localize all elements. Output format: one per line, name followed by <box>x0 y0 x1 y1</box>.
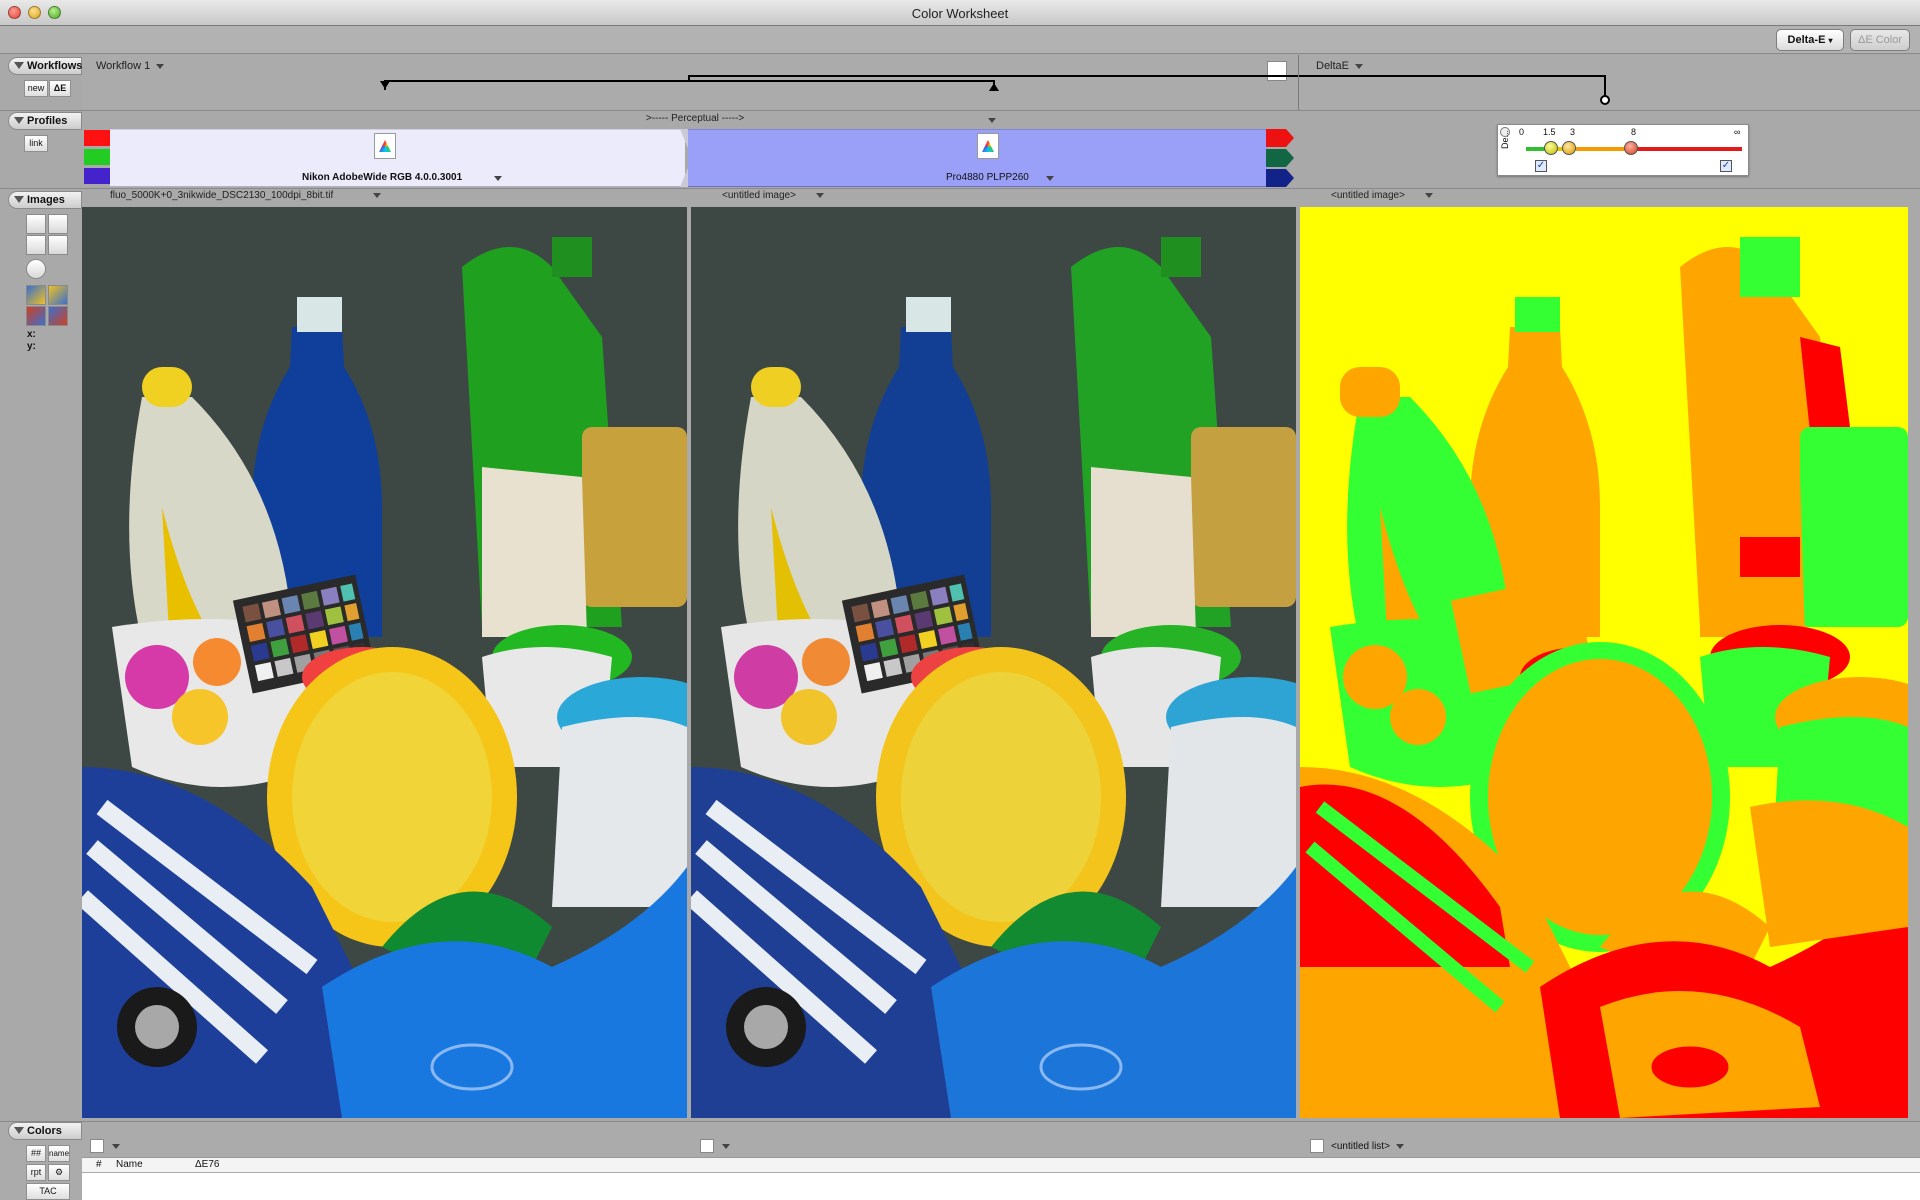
section-divider <box>0 110 1920 111</box>
section-divider <box>0 188 1920 189</box>
source-image-view[interactable] <box>82 207 687 1118</box>
x-coordinate-label: x: <box>27 329 36 340</box>
link-profiles-button[interactable]: link <box>24 135 48 152</box>
image-view-d-icon[interactable] <box>48 306 68 326</box>
delta-e-color-button[interactable]: ΔE Color <box>1850 29 1910 51</box>
info-icon[interactable] <box>26 259 46 279</box>
tac-button[interactable]: TAC <box>26 1183 70 1200</box>
tick-label: 3 <box>1570 127 1576 137</box>
list-icon[interactable] <box>90 1139 104 1153</box>
destination-profile-band[interactable]: Pro4880 PLPP260 <box>688 129 1268 187</box>
list-icon[interactable] <box>700 1139 714 1153</box>
delta-e-image-name: <untitled image> <box>1331 190 1405 201</box>
colors-section-toggle[interactable]: Colors <box>8 1122 82 1140</box>
color-profile-icon <box>374 133 396 159</box>
source-image-selector[interactable]: fluo_5000K+0_3nikwide_DSC2130_100dpi_8bi… <box>110 190 382 201</box>
threshold-handle-8[interactable] <box>1624 141 1638 155</box>
source-profile-name: Nikon AdobeWide RGB 4.0.0.3001 <box>302 172 463 183</box>
delta-e-false-color-map <box>1300 207 1908 1118</box>
color-profile-icon <box>977 133 999 159</box>
source-profile-band[interactable]: Nikon AdobeWide RGB 4.0.0.3001 <box>110 129 685 187</box>
tick-label: 8 <box>1631 127 1637 137</box>
delta-e-mode-button[interactable]: Delta-E ▾ <box>1776 29 1844 51</box>
profiles-section-label: Profiles <box>27 115 68 127</box>
chevron-down-icon[interactable] <box>112 1144 120 1149</box>
source-image-name: fluo_5000K+0_3nikwide_DSC2130_100dpi_8bi… <box>110 190 334 201</box>
still-life-photo <box>82 207 687 1118</box>
workflows-section-toggle[interactable]: Workflows <box>8 57 82 75</box>
chevron-down-icon[interactable] <box>722 1144 730 1149</box>
widget-side-label: De... <box>1500 129 1510 149</box>
chevron-down-icon[interactable] <box>1046 176 1054 181</box>
workflows-row: Workflow 1 DeltaE <box>82 55 1920 109</box>
color-list-selector[interactable]: <untitled list> <box>1331 1141 1404 1152</box>
tick-label: 1.5 <box>1543 127 1556 137</box>
chevron-down-icon <box>815 192 824 198</box>
color-list-title: <untitled list> <box>1331 1141 1390 1152</box>
column-header-name[interactable]: Name <box>116 1159 143 1170</box>
images-section-toggle[interactable]: Images <box>8 191 82 209</box>
tick-label: 0 <box>1519 127 1525 137</box>
image-view-b-icon[interactable] <box>48 285 68 305</box>
marquee-tool-icon[interactable] <box>48 214 68 234</box>
threshold-handle-3[interactable] <box>1562 141 1576 155</box>
rendering-intent-label[interactable]: >----- Perceptual -----> <box>560 113 830 124</box>
chevron-down-icon[interactable] <box>988 118 996 123</box>
number-column-toggle[interactable]: ## <box>26 1145 46 1162</box>
disclosure-triangle-icon <box>14 196 24 203</box>
red-range-bar <box>1634 147 1742 151</box>
chevron-down-icon <box>373 192 382 198</box>
delta-e-map-view[interactable] <box>1300 207 1908 1118</box>
delta-e-workflow-button[interactable]: ΔE <box>49 80 71 97</box>
destination-profile-name: Pro4880 PLPP260 <box>946 172 1029 183</box>
window-title: Color Worksheet <box>911 6 1009 21</box>
output-channel-tabs[interactable] <box>1266 129 1296 187</box>
tick-label: ∞ <box>1734 127 1741 137</box>
new-workflow-button[interactable]: new <box>24 80 48 97</box>
still-life-photo <box>691 207 1296 1118</box>
workflows-section-label: Workflows <box>27 60 83 72</box>
zoom-tool-icon[interactable] <box>26 235 46 255</box>
threshold-handle-1-5[interactable] <box>1544 141 1558 155</box>
disclosure-triangle-icon <box>14 1127 24 1134</box>
workflow-connector-lines <box>380 75 1610 105</box>
high-checkbox-checked-icon[interactable]: ✓ <box>1720 160 1732 172</box>
disclosure-triangle-icon <box>14 117 24 124</box>
report-button[interactable]: rpt <box>26 1164 46 1181</box>
workflow-column-divider <box>1298 55 1299 111</box>
chevron-down-icon <box>1424 192 1433 198</box>
images-section-label: Images <box>27 194 65 206</box>
delta-e-mode-label: Delta-E <box>1787 34 1826 46</box>
eyedropper-tool-icon[interactable] <box>48 235 68 255</box>
colors-section-label: Colors <box>27 1125 62 1137</box>
image-view-c-icon[interactable] <box>26 306 46 326</box>
list-icon[interactable] <box>1310 1139 1324 1153</box>
chevron-down-icon <box>1395 1143 1404 1149</box>
low-checkbox-checked-icon[interactable]: ✓ <box>1535 160 1547 172</box>
image-view-a-icon[interactable] <box>26 285 46 305</box>
title-bar: Color Worksheet <box>0 0 1920 26</box>
delta-e-threshold-widget[interactable]: De... 0 1.5 3 8 ∞ ✓ ✓ <box>1497 124 1749 176</box>
converted-image-name: <untitled image> <box>722 190 796 201</box>
green-channel-tab[interactable] <box>84 149 110 165</box>
color-list-header: # Name ΔE76 <box>82 1157 1920 1173</box>
chevron-down-icon[interactable] <box>494 176 502 181</box>
delta-e-image-selector[interactable]: <untitled image> <box>1331 190 1433 201</box>
converted-image-view[interactable] <box>691 207 1296 1118</box>
disclosure-triangle-icon <box>14 62 24 69</box>
chevron-down-icon: ▾ <box>1828 36 1833 45</box>
gear-icon[interactable]: ⚙ <box>48 1164 70 1181</box>
top-toolbar: Delta-E ▾ ΔE Color <box>0 26 1920 54</box>
converted-image-selector[interactable]: <untitled image> <box>722 190 824 201</box>
red-channel-tab[interactable] <box>84 130 110 146</box>
profiles-section-toggle[interactable]: Profiles <box>8 112 82 130</box>
column-header-number[interactable]: # <box>96 1159 102 1170</box>
column-header-delta-e76[interactable]: ΔE76 <box>195 1159 219 1170</box>
name-column-toggle[interactable]: name <box>48 1145 70 1162</box>
blue-channel-tab[interactable] <box>84 168 110 184</box>
y-coordinate-label: y: <box>27 341 36 352</box>
color-list-body[interactable] <box>82 1173 1920 1200</box>
hand-tool-icon[interactable] <box>26 214 46 234</box>
